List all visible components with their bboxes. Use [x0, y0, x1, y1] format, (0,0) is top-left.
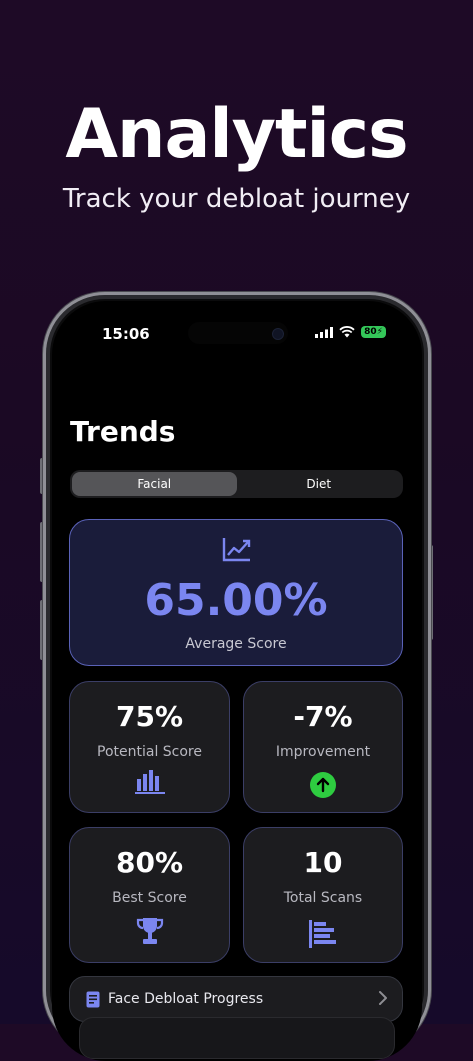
total-scans-card: 10 Total Scans	[243, 827, 403, 963]
trend-chart-icon	[222, 538, 251, 562]
total-scans-value: 10	[303, 846, 343, 879]
chevron-right-icon	[379, 991, 387, 1005]
potential-score-value: 75%	[115, 700, 184, 733]
potential-score-card: 75% Potential Score	[69, 681, 230, 813]
page-title: Trends	[70, 415, 176, 448]
tab-facial[interactable]: Facial	[72, 472, 237, 496]
bar-chart-icon	[134, 770, 165, 794]
average-score-value: 65.00%	[144, 575, 328, 626]
status-icons: 80⚡	[315, 326, 386, 338]
battery-level: 80	[364, 327, 377, 337]
battery-indicator: 80⚡	[361, 326, 386, 338]
wifi-icon	[339, 326, 355, 338]
improvement-label: Improvement	[275, 744, 371, 760]
average-score-card: 65.00% Average Score	[69, 519, 403, 666]
status-time: 15:06	[102, 325, 150, 343]
tab-diet[interactable]: Diet	[237, 472, 402, 496]
camera-icon	[272, 328, 284, 340]
hero-subtitle: Track your debloat journey	[62, 184, 411, 214]
average-score-label: Average Score	[185, 636, 287, 652]
face-debloat-progress-label: Face Debloat Progress	[108, 991, 264, 1007]
cellular-signal-icon	[315, 326, 334, 338]
arrow-up-circle-icon	[310, 772, 336, 798]
phone-screen: 15:06 80⚡ Trends Facial Diet 65.00% Aver…	[52, 301, 422, 1061]
improvement-value: -7%	[293, 700, 353, 733]
hero-title: Analytics	[65, 95, 408, 174]
total-scans-label: Total Scans	[283, 890, 363, 906]
trophy-icon	[136, 918, 163, 944]
best-score-card: 80% Best Score	[69, 827, 230, 963]
next-list-item[interactable]	[79, 1017, 395, 1059]
document-icon	[86, 991, 100, 1008]
segmented-control: Facial Diet	[70, 470, 403, 498]
battery-charging-icon: ⚡	[376, 327, 383, 337]
potential-score-label: Potential Score	[97, 744, 202, 760]
best-score-value: 80%	[115, 846, 184, 879]
best-score-label: Best Score	[112, 890, 187, 906]
face-debloat-progress-button[interactable]: Face Debloat Progress	[69, 976, 403, 1022]
horizontal-bars-icon	[309, 920, 336, 948]
improvement-card: -7% Improvement	[243, 681, 403, 813]
